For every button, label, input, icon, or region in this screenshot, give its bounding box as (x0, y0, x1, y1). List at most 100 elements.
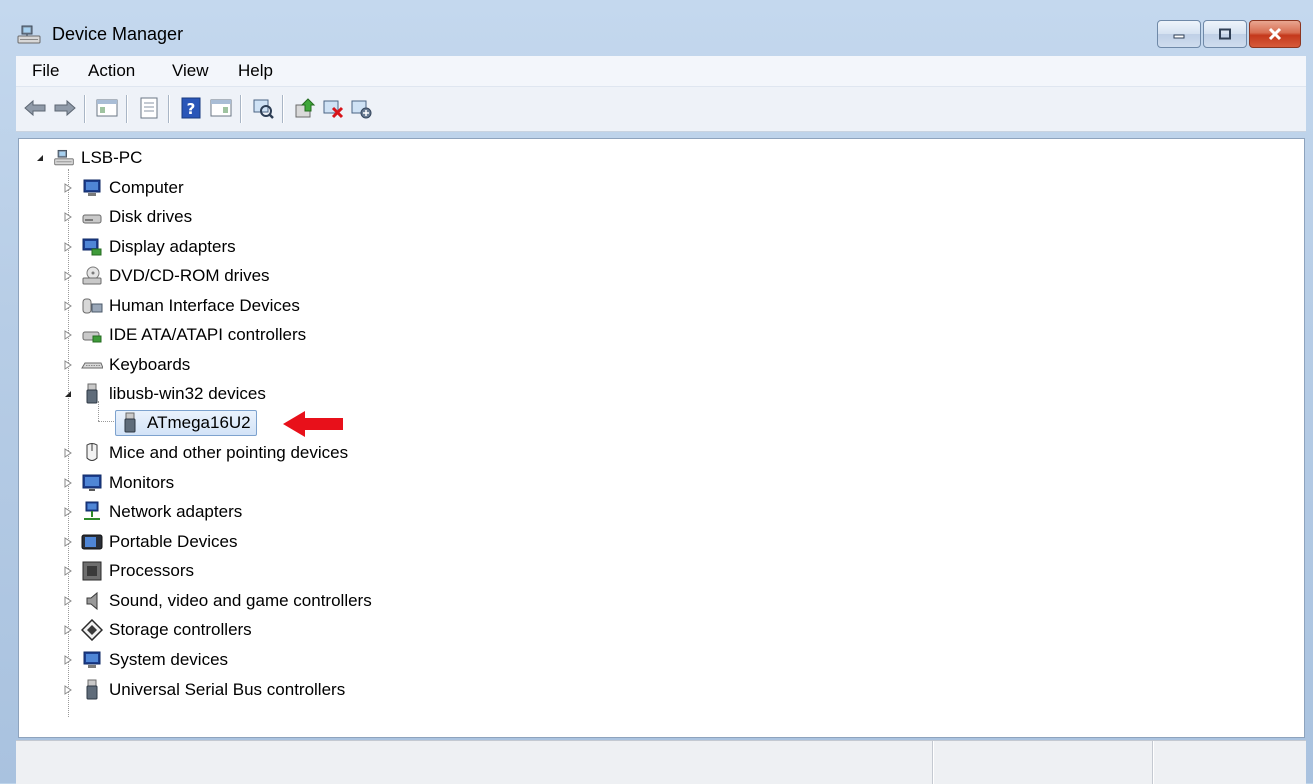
tree-item-label: Sound, video and game controllers (109, 591, 372, 610)
tree-item-system-devices[interactable]: System devices (63, 646, 228, 674)
usb-plug-icon (119, 412, 141, 434)
expand-arrow-icon[interactable] (63, 360, 73, 370)
collapse-arrow-icon[interactable] (35, 153, 49, 163)
device-manager-icon (16, 24, 42, 46)
action-pane-button[interactable] (208, 95, 234, 121)
tree-item-label: Disk drives (109, 207, 193, 226)
device-manager-window: Device Manager File Action View Help ? L… (0, 0, 1313, 784)
tree-root[interactable]: LSB-PC (35, 144, 142, 172)
tree-item-mice[interactable]: Mice and other pointing devices (63, 439, 348, 467)
dvd-icon (81, 265, 103, 287)
tree-item-disk-drives[interactable]: Disk drives (63, 203, 192, 231)
minimize-button[interactable] (1157, 20, 1201, 48)
monitor-icon (81, 472, 103, 494)
window-title: Device Manager (52, 24, 184, 44)
update-driver-icon (295, 98, 316, 118)
expand-arrow-icon[interactable] (63, 566, 73, 576)
menu-view[interactable]: View (172, 61, 209, 81)
expand-arrow-icon[interactable] (63, 242, 73, 252)
maximize-button[interactable] (1203, 20, 1247, 48)
tree-item-dvd-cd-rom-drives[interactable]: DVD/CD-ROM drives (63, 262, 270, 290)
tree-item-display-adapters[interactable]: Display adapters (63, 233, 236, 261)
tree-item-keyboards[interactable]: Keyboards (63, 351, 190, 379)
title-bar[interactable]: Device Manager (0, 0, 1313, 56)
device-tree[interactable]: LSB-PC Computer Disk drives Display adap… (18, 138, 1305, 738)
expand-arrow-icon[interactable] (63, 212, 73, 222)
expand-arrow-icon[interactable] (63, 183, 73, 193)
tree-item-storage-controllers[interactable]: Storage controllers (63, 616, 252, 644)
tree-item-label: System devices (109, 650, 229, 669)
tree-item-label: Network adapters (109, 502, 243, 521)
storage-icon (81, 619, 103, 641)
action-pane-icon (210, 99, 232, 117)
show-hide-tree-icon (96, 99, 118, 117)
uninstall-icon (323, 100, 344, 119)
expand-arrow-icon[interactable] (63, 537, 73, 547)
ide-icon (81, 324, 103, 346)
tree-item-label: Universal Serial Bus controllers (109, 680, 346, 699)
tree-item-label: libusb-win32 devices (109, 384, 266, 403)
back-button[interactable] (22, 95, 48, 121)
scan-hardware-button[interactable] (250, 95, 276, 121)
tree-item-atmega16u2[interactable]: ATmega16U2 (115, 409, 257, 437)
red-arrow-icon (283, 411, 343, 437)
forward-button[interactable] (52, 95, 78, 121)
tree-item-label: Display adapters (109, 237, 236, 256)
system-icon (81, 649, 103, 671)
expand-arrow-icon[interactable] (63, 685, 73, 695)
expand-arrow-icon[interactable] (63, 330, 73, 340)
help-button[interactable]: ? (178, 95, 204, 121)
tree-item-libusb-win32-devices[interactable]: libusb-win32 devices (63, 380, 266, 408)
help-icon: ? (181, 97, 201, 119)
hid-icon (81, 295, 103, 317)
computer-icon (81, 177, 103, 199)
menu-file[interactable]: File (32, 61, 59, 81)
window-controls (1157, 20, 1301, 48)
tree-item-label: Human Interface Devices (109, 296, 300, 315)
tree-item-human-interface-devices[interactable]: Human Interface Devices (63, 292, 300, 320)
disk-drive-icon (81, 206, 103, 228)
expand-arrow-icon[interactable] (63, 271, 73, 281)
collapse-arrow-icon[interactable] (63, 389, 73, 399)
expand-arrow-icon[interactable] (63, 596, 73, 606)
tree-item-usb-controllers[interactable]: Universal Serial Bus controllers (63, 676, 345, 704)
update-driver-button[interactable] (292, 95, 318, 121)
expand-arrow-icon[interactable] (63, 507, 73, 517)
selected-device[interactable]: ATmega16U2 (115, 410, 257, 436)
tree-item-monitors[interactable]: Monitors (63, 469, 174, 497)
tree-item-computer[interactable]: Computer (63, 174, 184, 202)
tree-item-network-adapters[interactable]: Network adapters (63, 498, 242, 526)
computer-network-icon (53, 147, 75, 169)
mouse-icon (81, 442, 103, 464)
tree-item-sound-video-game[interactable]: Sound, video and game controllers (63, 587, 372, 615)
speaker-icon (81, 590, 103, 612)
tree-item-portable-devices[interactable]: Portable Devices (63, 528, 238, 556)
expand-arrow-icon[interactable] (63, 625, 73, 635)
svg-text:?: ? (187, 100, 196, 118)
properties-button[interactable] (136, 95, 162, 121)
tree-item-label: ATmega16U2 (147, 413, 251, 432)
expand-arrow-icon[interactable] (63, 301, 73, 311)
menu-help[interactable]: Help (238, 61, 273, 81)
tree-item-label: Computer (109, 178, 184, 197)
uninstall-button[interactable] (320, 95, 346, 121)
show-hide-tree-button[interactable] (94, 95, 120, 121)
menu-action[interactable]: Action (88, 61, 135, 81)
expand-arrow-icon[interactable] (63, 448, 73, 458)
disable-button[interactable] (348, 95, 374, 121)
usb-plug-icon (81, 679, 103, 701)
minimize-icon (1173, 34, 1185, 39)
close-icon (1268, 27, 1282, 41)
tree-item-label: Keyboards (109, 355, 191, 374)
tree-item-processors[interactable]: Processors (63, 557, 194, 585)
tree-item-ide-ata-atapi-controllers[interactable]: IDE ATA/ATAPI controllers (63, 321, 306, 349)
properties-icon (140, 97, 158, 119)
status-bar (16, 740, 1306, 784)
processor-icon (81, 560, 103, 582)
expand-arrow-icon[interactable] (63, 655, 73, 665)
expand-arrow-icon[interactable] (63, 478, 73, 488)
tree-item-label: DVD/CD-ROM drives (109, 266, 270, 285)
close-button[interactable] (1249, 20, 1301, 48)
tree-item-label: IDE ATA/ATAPI controllers (109, 325, 307, 344)
keyboard-icon (81, 354, 103, 376)
